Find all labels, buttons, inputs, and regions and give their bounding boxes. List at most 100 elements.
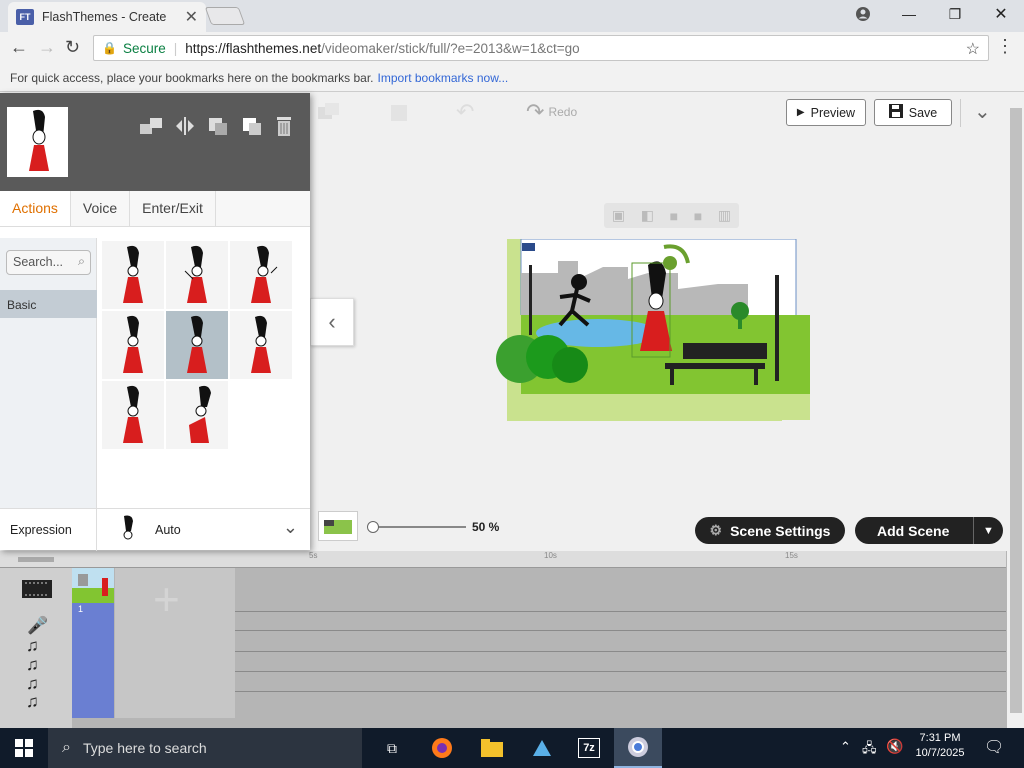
new-tab-button[interactable]: [204, 7, 246, 25]
undo-icon[interactable]: ↶: [456, 99, 474, 125]
copy-icon[interactable]: [316, 101, 342, 123]
account-icon[interactable]: [840, 0, 886, 28]
timeline-zoom-icon[interactable]: [0, 551, 72, 568]
tab-voice[interactable]: Voice: [71, 191, 131, 226]
timeline: 5s 10s 15s 🎤 ♫ ♫ ♫ ♫ 1 +: [0, 551, 1024, 728]
add-scene-button[interactable]: Add Scene ▼: [855, 517, 1003, 544]
chrome-menu-icon[interactable]: ⋮: [996, 36, 1014, 57]
clock-date: 10/7/2025: [915, 747, 965, 759]
category-basic[interactable]: Basic: [0, 290, 97, 318]
microphone-icon: 🎤: [27, 616, 49, 635]
selected-character-thumbnail: [7, 107, 68, 177]
scene-thumbnail-icon[interactable]: [318, 511, 358, 541]
action-thumbnail[interactable]: [166, 241, 228, 309]
track-divider: [235, 611, 1006, 612]
redo-button[interactable]: ↷ Redo: [526, 99, 577, 125]
redo-label: Redo: [548, 105, 578, 119]
zoom-slider-handle[interactable]: [367, 521, 379, 533]
chevron-up-icon[interactable]: ⌃: [840, 739, 851, 755]
scene-stage[interactable]: [478, 239, 812, 421]
action-thumbnail[interactable]: [230, 241, 292, 309]
chrome-taskbar-button[interactable]: [614, 728, 662, 768]
save-button[interactable]: Save: [874, 99, 952, 126]
flip-icon[interactable]: [174, 115, 198, 137]
film-strip-icon: [22, 578, 52, 605]
actions-body: Search... ⌕ Basic: [0, 238, 310, 508]
address-bar[interactable]: 🔒 Secure | https://flashthemes.net /vide…: [93, 35, 989, 61]
send-backward-icon[interactable]: [206, 115, 230, 137]
scrollbar-thumb[interactable]: [1010, 108, 1022, 713]
clock[interactable]: 7:31 PM 10/7/2025: [908, 732, 972, 759]
send-backward-icon[interactable]: ■: [670, 208, 678, 224]
music-note-icon: ♫: [26, 636, 39, 655]
scene-track[interactable]: 1: [72, 568, 114, 718]
action-categories: Search... ⌕ Basic: [0, 238, 97, 508]
video-maker-app: ↶ ↷ Redo ▶ Preview Save ⌄ Actions Voice …: [0, 93, 1024, 728]
windows-start-icon[interactable]: [12, 736, 36, 760]
bring-forward-icon[interactable]: [240, 115, 264, 137]
scene-settings-button[interactable]: ⚙ Scene Settings: [695, 517, 845, 544]
back-arrow-icon[interactable]: ←: [10, 37, 28, 58]
collapse-panel-button[interactable]: ‹: [310, 298, 354, 346]
swap-icon[interactable]: ▣: [612, 207, 625, 224]
action-thumbnail[interactable]: [102, 311, 164, 379]
close-tab-icon[interactable]: ✕: [185, 7, 198, 27]
trash-icon[interactable]: ▥: [718, 207, 731, 224]
bookmark-star-icon[interactable]: ☆: [966, 39, 980, 59]
network-icon[interactable]: 🖧: [862, 739, 877, 761]
action-grid: [100, 238, 300, 508]
tick-label: 10s: [544, 551, 557, 560]
close-window-button[interactable]: ✕: [978, 0, 1024, 28]
notifications-icon[interactable]: 🗨: [984, 737, 1004, 757]
panel-header: [0, 93, 310, 191]
app-icon[interactable]: [530, 736, 554, 760]
minimize-button[interactable]: —: [886, 0, 932, 28]
chevron-down-icon[interactable]: ⌄: [283, 517, 298, 538]
file-explorer-icon[interactable]: [480, 736, 504, 760]
search-icon: ⌕: [62, 739, 71, 756]
time-ruler[interactable]: 5s 10s 15s: [72, 551, 1006, 568]
zoom-slider-track[interactable]: [372, 526, 466, 528]
action-thumbnail[interactable]: [230, 311, 292, 379]
expression-row[interactable]: Expression Auto ⌄: [0, 508, 310, 551]
preview-button[interactable]: ▶ Preview: [786, 99, 866, 126]
stage-controls: 50 % ⚙ Scene Settings Add Scene ▼: [310, 511, 1024, 551]
reload-icon[interactable]: ↻: [65, 37, 80, 58]
action-thumbnail-selected[interactable]: [166, 311, 228, 379]
action-thumbnail[interactable]: [102, 241, 164, 309]
tab-enter-exit[interactable]: Enter/Exit: [130, 191, 216, 226]
import-bookmarks-link[interactable]: Import bookmarks now...: [378, 71, 509, 85]
paste-icon[interactable]: [388, 101, 410, 123]
swap-icon[interactable]: [138, 115, 162, 137]
music-note-icon: ♫: [26, 692, 39, 711]
track-icons: 🎤 ♫ ♫ ♫ ♫: [0, 568, 72, 728]
flip-icon[interactable]: ◧: [641, 207, 654, 224]
bring-forward-icon[interactable]: ■: [694, 208, 702, 224]
action-thumbnail[interactable]: [166, 381, 228, 449]
track-divider: [235, 651, 1006, 652]
trash-icon[interactable]: [272, 115, 296, 137]
add-scene-slot[interactable]: +: [115, 568, 235, 718]
tab-actions[interactable]: Actions: [0, 191, 71, 226]
forward-arrow-icon[interactable]: →: [38, 37, 56, 58]
track-divider: [235, 691, 1006, 692]
bookmarks-hint: For quick access, place your bookmarks h…: [10, 70, 374, 85]
url-path: /videomaker/stick/full/?e=2013&w=1&ct=go: [321, 40, 580, 56]
character-panel: Actions Voice Enter/Exit Search... ⌕ Bas…: [0, 93, 310, 551]
browser-tab-strip: FT FlashThemes - Create ✕ — ❐ ✕: [0, 0, 1024, 32]
plus-icon: +: [153, 573, 180, 625]
action-search-input[interactable]: Search... ⌕: [6, 250, 91, 275]
track-divider: [235, 630, 1006, 631]
volume-muted-icon[interactable]: 🔇: [886, 738, 903, 755]
browser-tab[interactable]: FT FlashThemes - Create ✕: [8, 2, 206, 32]
firefox-icon[interactable]: [430, 736, 454, 760]
caret-down-icon[interactable]: ▼: [973, 517, 1003, 544]
action-thumbnail[interactable]: [102, 381, 164, 449]
clock-time: 7:31 PM: [919, 732, 961, 744]
task-view-icon[interactable]: ⧉: [380, 736, 404, 760]
redo-icon: ↷: [526, 99, 545, 124]
more-chevron-icon[interactable]: ⌄: [974, 99, 991, 124]
restore-button[interactable]: ❐: [932, 0, 978, 28]
7zip-icon[interactable]: 7z: [578, 738, 600, 758]
taskbar-search-input[interactable]: ⌕ Type here to search: [48, 728, 362, 768]
